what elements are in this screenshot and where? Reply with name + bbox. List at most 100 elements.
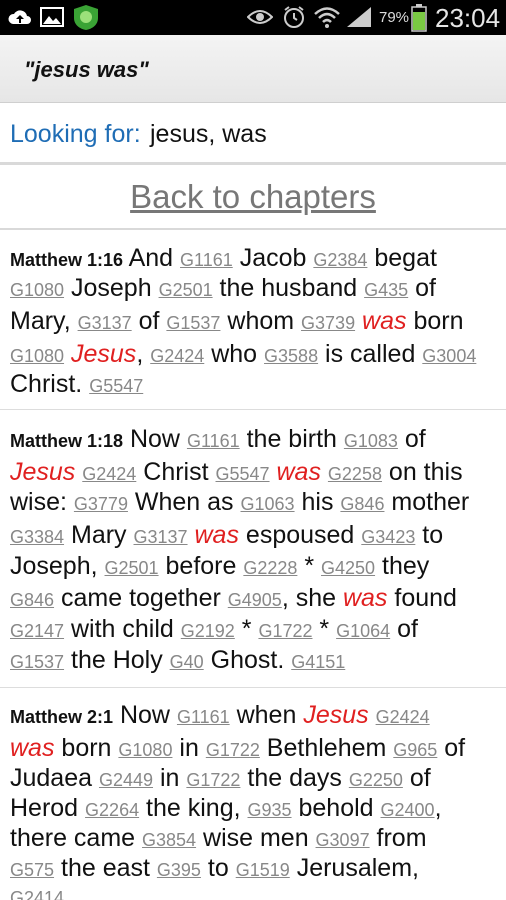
strongs-number-link[interactable]: G1722 bbox=[258, 621, 312, 641]
battery-icon bbox=[411, 4, 427, 32]
strongs-number-link[interactable]: G4250 bbox=[321, 558, 375, 578]
strongs-number-link[interactable]: G395 bbox=[157, 860, 201, 880]
strongs-number-link[interactable]: G435 bbox=[364, 280, 408, 300]
strongs-number-link[interactable]: G2424 bbox=[376, 707, 430, 727]
strongs-number-link[interactable]: G3004 bbox=[422, 346, 476, 366]
strongs-number-link[interactable]: G3137 bbox=[134, 527, 188, 547]
verse-text: there came bbox=[10, 824, 143, 852]
verse-text: of bbox=[408, 274, 436, 302]
strongs-number-link[interactable]: G1080 bbox=[10, 280, 64, 300]
back-row: Back to chapters bbox=[0, 168, 506, 230]
verse-text: Jerusalem, bbox=[289, 854, 419, 882]
verse-item[interactable]: Matthew 1:16 And G1161 Jacob G2384 begat… bbox=[0, 232, 506, 410]
verse-text bbox=[270, 458, 277, 486]
page-title: "jesus was" bbox=[24, 57, 149, 82]
strongs-number-link[interactable]: G5547 bbox=[89, 376, 143, 396]
strongs-number-link[interactable]: G2424 bbox=[82, 464, 136, 484]
alarm-icon bbox=[284, 6, 304, 28]
strongs-number-link[interactable]: G2400 bbox=[381, 800, 435, 820]
verse-text: , she bbox=[281, 584, 343, 612]
strongs-number-link[interactable]: G5547 bbox=[216, 464, 270, 484]
verse-reference: Matthew 1:16 bbox=[10, 250, 124, 270]
verse-text: , bbox=[136, 340, 151, 368]
verse-text: , bbox=[434, 794, 442, 822]
verse-text bbox=[64, 340, 71, 368]
strongs-number-link[interactable]: G2449 bbox=[99, 770, 153, 790]
verse-text: in bbox=[172, 734, 206, 762]
strongs-number-link[interactable]: G4905 bbox=[228, 590, 282, 610]
strongs-number-link[interactable]: G3588 bbox=[264, 346, 318, 366]
highlighted-term: was bbox=[362, 307, 407, 335]
strongs-number-link[interactable]: G1080 bbox=[10, 346, 64, 366]
wifi-icon bbox=[314, 7, 340, 28]
strongs-number-link[interactable]: G575 bbox=[10, 860, 54, 880]
verse-text: with child bbox=[64, 615, 181, 643]
back-to-chapters-link[interactable]: Back to chapters bbox=[130, 178, 376, 216]
verse-reference: Matthew 2:1 bbox=[10, 707, 114, 727]
verse-line: Christ. G5547 bbox=[10, 370, 143, 399]
strongs-number-link[interactable]: G3423 bbox=[361, 527, 415, 547]
strongs-number-link[interactable]: G2501 bbox=[159, 280, 213, 300]
strongs-number-link[interactable]: G3854 bbox=[142, 830, 196, 850]
highlighted-term: Jesus bbox=[71, 340, 137, 368]
strongs-number-link[interactable]: G3779 bbox=[74, 494, 128, 514]
strongs-number-link[interactable]: G965 bbox=[393, 740, 437, 760]
strongs-number-link[interactable]: G3137 bbox=[78, 313, 132, 333]
strongs-number-link[interactable]: G1161 bbox=[187, 431, 240, 451]
verse-text: of bbox=[390, 615, 418, 643]
strongs-number-link[interactable]: G1063 bbox=[241, 494, 295, 514]
verse-text: on this bbox=[381, 458, 463, 486]
verse-text: espoused bbox=[238, 521, 362, 549]
strongs-number-link[interactable]: G1161 bbox=[177, 707, 230, 727]
strongs-number-link[interactable]: G2258 bbox=[328, 464, 382, 484]
strongs-number-link[interactable]: G2264 bbox=[85, 800, 139, 820]
clock: 23:04 bbox=[435, 3, 501, 33]
strongs-number-link[interactable]: G2424 bbox=[150, 346, 204, 366]
strongs-number-link[interactable]: G2250 bbox=[349, 770, 403, 790]
verse-text: from bbox=[369, 824, 427, 852]
strongs-number-link[interactable]: G1519 bbox=[236, 860, 290, 880]
verse-text: when bbox=[229, 701, 304, 729]
strongs-number-link[interactable]: G2501 bbox=[105, 558, 159, 578]
strongs-number-link[interactable]: G2147 bbox=[10, 621, 64, 641]
verse-reference: Matthew 1:18 bbox=[10, 431, 124, 451]
verse-text: the east bbox=[54, 854, 157, 882]
verse-text: Joseph, bbox=[10, 552, 105, 580]
verse-item[interactable]: Matthew 2:1 Now G1161 when Jesus G2424 w… bbox=[0, 689, 506, 900]
verse-text: to bbox=[415, 521, 444, 549]
search-summary: Looking for: jesus, was bbox=[0, 103, 506, 165]
strongs-number-link[interactable]: G3384 bbox=[10, 527, 64, 547]
verse-text bbox=[321, 458, 328, 486]
strongs-number-link[interactable]: G1537 bbox=[10, 652, 64, 672]
strongs-number-link[interactable]: G935 bbox=[248, 800, 292, 820]
strongs-number-link[interactable]: G1722 bbox=[186, 770, 240, 790]
strongs-number-link[interactable]: G1161 bbox=[180, 250, 233, 270]
strongs-number-link[interactable]: G1722 bbox=[206, 740, 260, 760]
verse-text: born bbox=[406, 307, 464, 335]
verse-text: Now bbox=[123, 425, 187, 453]
verse-text: to bbox=[200, 854, 236, 882]
strongs-number-link[interactable]: G1083 bbox=[344, 431, 398, 451]
verse-text: Ghost. bbox=[203, 646, 292, 674]
verse-line: G2147 with child G2192 * G1722 * G1064 o… bbox=[10, 615, 418, 644]
verse-text: Judaea bbox=[10, 764, 99, 792]
strongs-number-link[interactable]: G1064 bbox=[336, 621, 390, 641]
strongs-number-link[interactable]: G3739 bbox=[301, 313, 355, 333]
strongs-number-link[interactable]: G2192 bbox=[181, 621, 235, 641]
strongs-number-link[interactable]: G846 bbox=[340, 494, 384, 514]
strongs-number-link[interactable]: G2414 bbox=[10, 888, 64, 900]
strongs-number-link[interactable]: G4151 bbox=[291, 652, 345, 672]
verse-text: of bbox=[131, 307, 167, 335]
verse-line: Mary, G3137 of G1537 whom G3739 was born bbox=[10, 307, 463, 336]
strongs-number-link[interactable]: G846 bbox=[10, 590, 54, 610]
strongs-number-link[interactable]: G2384 bbox=[313, 250, 367, 270]
verse-text bbox=[369, 701, 376, 729]
verse-line: G1080 Joseph G2501 the husband G435 of bbox=[10, 274, 436, 303]
strongs-number-link[interactable]: G40 bbox=[170, 652, 204, 672]
strongs-number-link[interactable]: G2228 bbox=[243, 558, 297, 578]
strongs-number-link[interactable]: G1080 bbox=[118, 740, 172, 760]
strongs-number-link[interactable]: G1537 bbox=[166, 313, 220, 333]
verse-item[interactable]: Matthew 1:18 Now G1161 the birth G1083 o… bbox=[0, 411, 506, 688]
strongs-number-link[interactable]: G3097 bbox=[316, 830, 370, 850]
verse-text: begat bbox=[367, 244, 437, 272]
